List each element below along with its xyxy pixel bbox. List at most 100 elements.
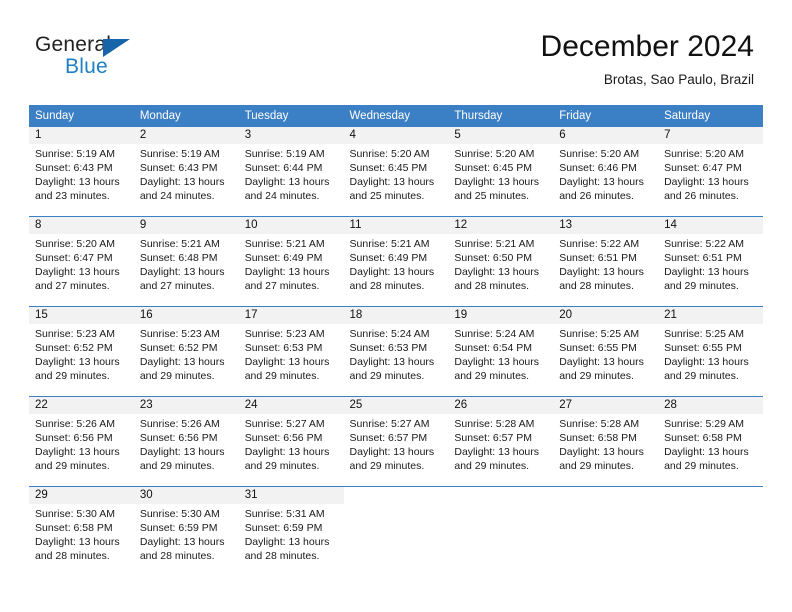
calendar-day-cell[interactable]: 5 Sunrise: 5:20 AM Sunset: 6:45 PM Dayli… — [448, 127, 554, 217]
day-number: 11 — [343, 217, 449, 234]
sunset-text: Sunset: 6:57 PM — [454, 432, 533, 444]
calendar-day-cell[interactable]: 19 Sunrise: 5:24 AM Sunset: 6:54 PM Dayl… — [448, 306, 554, 397]
daylight-text-line1: Daylight: 13 hours — [244, 356, 330, 368]
sunset-text: Sunset: 6:49 PM — [244, 252, 323, 264]
day-number: 20 — [553, 307, 659, 324]
day-number: 6 — [553, 127, 659, 144]
daylight-text-line2: and 28 minutes. — [349, 280, 425, 292]
calendar-day-cell[interactable]: 29 Sunrise: 5:30 AM Sunset: 6:58 PM Dayl… — [29, 486, 134, 576]
sunset-text: Sunset: 6:48 PM — [139, 252, 218, 264]
calendar-day-cell[interactable]: 6 Sunrise: 5:20 AM Sunset: 6:46 PM Dayli… — [553, 127, 659, 217]
daylight-text-line1: Daylight: 13 hours — [244, 536, 330, 548]
calendar-day-cell[interactable]: 23 Sunrise: 5:26 AM Sunset: 6:56 PM Dayl… — [133, 396, 239, 487]
calendar-day-cell[interactable]: 18 Sunrise: 5:24 AM Sunset: 6:53 PM Dayl… — [343, 306, 449, 397]
calendar-day-cell[interactable]: 24 Sunrise: 5:27 AM Sunset: 6:56 PM Dayl… — [238, 396, 344, 487]
calendar-day-cell[interactable]: 17 Sunrise: 5:23 AM Sunset: 6:53 PM Dayl… — [238, 306, 344, 397]
day-number: 16 — [133, 307, 239, 324]
daylight-text-line2: and 27 minutes. — [139, 280, 215, 292]
calendar-day-cell[interactable]: 2 Sunrise: 5:19 AM Sunset: 6:43 PM Dayli… — [133, 127, 239, 217]
day-details: Sunrise: 5:26 AM Sunset: 6:56 PM Dayligh… — [134, 414, 239, 473]
calendar-day-cell[interactable]: 25 Sunrise: 5:27 AM Sunset: 6:57 PM Dayl… — [343, 396, 449, 487]
calendar-day-cell[interactable]: 22 Sunrise: 5:26 AM Sunset: 6:56 PM Dayl… — [29, 396, 134, 487]
day-details: Sunrise: 5:23 AM Sunset: 6:52 PM Dayligh… — [134, 324, 239, 383]
day-number: 4 — [343, 127, 449, 144]
calendar-day-cell[interactable]: 16 Sunrise: 5:23 AM Sunset: 6:52 PM Dayl… — [133, 306, 239, 397]
sunset-text: Sunset: 6:58 PM — [559, 432, 637, 444]
calendar-day-cell[interactable]: 11 Sunrise: 5:21 AM Sunset: 6:49 PM Dayl… — [343, 216, 449, 307]
day-number: 30 — [133, 487, 239, 504]
sunset-text: Sunset: 6:45 PM — [454, 162, 533, 174]
day-number: 13 — [553, 217, 659, 234]
day-details: Sunrise: 5:25 AM Sunset: 6:55 PM Dayligh… — [658, 324, 763, 383]
daylight-text-line2: and 29 minutes. — [139, 370, 215, 382]
sunrise-text: Sunrise: 5:19 AM — [139, 148, 220, 160]
day-number: 19 — [448, 307, 554, 324]
weekday-header-wednesday: Wednesday — [343, 105, 449, 127]
sunrise-text: Sunrise: 5:22 AM — [559, 238, 640, 250]
daylight-text-line1: Daylight: 13 hours — [454, 446, 540, 458]
sunset-text: Sunset: 6:56 PM — [35, 432, 113, 444]
daylight-text-line1: Daylight: 13 hours — [559, 266, 644, 278]
calendar-day-cell[interactable]: 4 Sunrise: 5:20 AM Sunset: 6:45 PM Dayli… — [343, 127, 449, 217]
day-details: Sunrise: 5:22 AM Sunset: 6:51 PM Dayligh… — [658, 234, 763, 293]
daylight-text-line1: Daylight: 13 hours — [559, 176, 644, 188]
sunset-text: Sunset: 6:51 PM — [664, 252, 742, 264]
day-details: Sunrise: 5:20 AM Sunset: 6:45 PM Dayligh… — [344, 144, 449, 203]
daylight-text-line2: and 29 minutes. — [244, 460, 320, 472]
daylight-text-line1: Daylight: 13 hours — [35, 266, 120, 278]
daylight-text-line1: Daylight: 13 hours — [349, 446, 435, 458]
daylight-text-line1: Daylight: 13 hours — [664, 176, 749, 188]
sunset-text: Sunset: 6:56 PM — [139, 432, 218, 444]
daylight-text-line2: and 29 minutes. — [664, 370, 739, 382]
day-number — [658, 487, 763, 504]
calendar-day-cell[interactable]: 13 Sunrise: 5:22 AM Sunset: 6:51 PM Dayl… — [553, 216, 659, 307]
sunrise-text: Sunrise: 5:20 AM — [559, 148, 640, 160]
weekday-header-monday: Monday — [133, 105, 239, 127]
day-details: Sunrise: 5:27 AM Sunset: 6:56 PM Dayligh… — [239, 414, 344, 473]
sunrise-text: Sunrise: 5:19 AM — [244, 148, 325, 160]
calendar-day-cell[interactable]: 3 Sunrise: 5:19 AM Sunset: 6:44 PM Dayli… — [238, 127, 344, 217]
sunset-text: Sunset: 6:43 PM — [139, 162, 218, 174]
calendar-day-cell[interactable]: 20 Sunrise: 5:25 AM Sunset: 6:55 PM Dayl… — [553, 306, 659, 397]
calendar-day-cell-empty — [658, 486, 763, 576]
calendar-day-cell[interactable]: 14 Sunrise: 5:22 AM Sunset: 6:51 PM Dayl… — [658, 216, 763, 307]
sunrise-text: Sunrise: 5:29 AM — [664, 418, 745, 430]
sunrise-text: Sunrise: 5:26 AM — [35, 418, 115, 430]
day-number: 22 — [29, 397, 134, 414]
calendar-day-cell[interactable]: 12 Sunrise: 5:21 AM Sunset: 6:50 PM Dayl… — [448, 216, 554, 307]
calendar-day-cell[interactable]: 27 Sunrise: 5:28 AM Sunset: 6:58 PM Dayl… — [553, 396, 659, 487]
sunset-text: Sunset: 6:55 PM — [664, 342, 742, 354]
day-number: 2 — [133, 127, 239, 144]
calendar-day-cell[interactable]: 26 Sunrise: 5:28 AM Sunset: 6:57 PM Dayl… — [448, 396, 554, 487]
day-details: Sunrise: 5:30 AM Sunset: 6:58 PM Dayligh… — [29, 504, 134, 563]
sunrise-text: Sunrise: 5:27 AM — [244, 418, 325, 430]
calendar-day-cell[interactable]: 9 Sunrise: 5:21 AM Sunset: 6:48 PM Dayli… — [133, 216, 239, 307]
daylight-text-line2: and 28 minutes. — [244, 550, 320, 562]
general-blue-logo[interactable]: General Blue — [35, 33, 235, 89]
calendar-day-cell[interactable]: 15 Sunrise: 5:23 AM Sunset: 6:52 PM Dayl… — [29, 306, 134, 397]
daylight-text-line2: and 28 minutes. — [139, 550, 215, 562]
sunset-text: Sunset: 6:58 PM — [664, 432, 742, 444]
daylight-text-line1: Daylight: 13 hours — [349, 266, 435, 278]
day-number: 26 — [448, 397, 554, 414]
day-details: Sunrise: 5:20 AM Sunset: 6:45 PM Dayligh… — [448, 144, 553, 203]
calendar-day-cell[interactable]: 31 Sunrise: 5:31 AM Sunset: 6:59 PM Dayl… — [238, 486, 344, 576]
sunrise-text: Sunrise: 5:28 AM — [559, 418, 640, 430]
calendar-day-cell[interactable]: 8 Sunrise: 5:20 AM Sunset: 6:47 PM Dayli… — [29, 216, 134, 307]
calendar-day-cell[interactable]: 21 Sunrise: 5:25 AM Sunset: 6:55 PM Dayl… — [658, 306, 763, 397]
daylight-text-line2: and 29 minutes. — [454, 370, 530, 382]
daylight-text-line1: Daylight: 13 hours — [664, 266, 749, 278]
calendar-day-cell[interactable]: 1 Sunrise: 5:19 AM Sunset: 6:43 PM Dayli… — [29, 127, 134, 217]
sunrise-text: Sunrise: 5:23 AM — [35, 328, 115, 340]
calendar-day-cell[interactable]: 30 Sunrise: 5:30 AM Sunset: 6:59 PM Dayl… — [133, 486, 239, 576]
calendar-day-cell[interactable]: 28 Sunrise: 5:29 AM Sunset: 6:58 PM Dayl… — [658, 396, 763, 487]
daylight-text-line2: and 29 minutes. — [664, 280, 739, 292]
daylight-text-line2: and 29 minutes. — [559, 370, 634, 382]
daylight-text-line2: and 25 minutes. — [349, 190, 425, 202]
calendar-week-row: 15 Sunrise: 5:23 AM Sunset: 6:52 PM Dayl… — [29, 306, 763, 397]
calendar-day-cell[interactable]: 10 Sunrise: 5:21 AM Sunset: 6:49 PM Dayl… — [238, 216, 344, 307]
daylight-text-line1: Daylight: 13 hours — [454, 266, 540, 278]
daylight-text-line1: Daylight: 13 hours — [244, 446, 330, 458]
sunset-text: Sunset: 6:58 PM — [35, 522, 113, 534]
calendar-day-cell[interactable]: 7 Sunrise: 5:20 AM Sunset: 6:47 PM Dayli… — [658, 127, 763, 217]
